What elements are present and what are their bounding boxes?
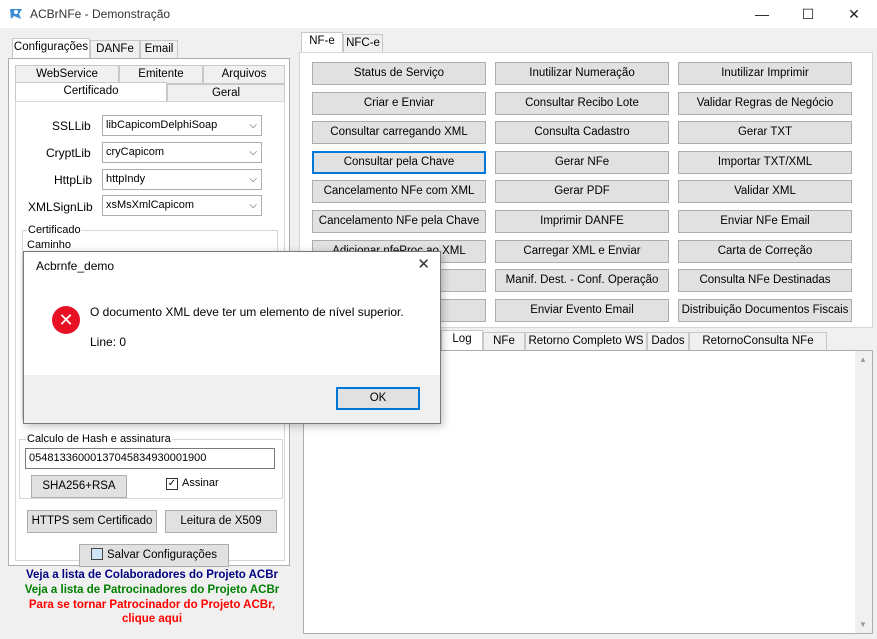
dialog-message: O documento XML deve ter um elemento de …	[90, 305, 404, 319]
tab-retorno-consulta[interactable]: RetornoConsulta NFe 2.01	[689, 332, 827, 364]
error-dialog: Acbrnfe_demo ✕ ✕ O documento XML deve te…	[23, 251, 441, 424]
tab-dados[interactable]: Dados	[647, 332, 689, 351]
salvar-configuracoes-label: Salvar Configurações	[107, 549, 217, 561]
xmlsignlib-value: xsMsXmlCapicom	[106, 199, 195, 211]
maximize-button[interactable]: ☐	[785, 0, 831, 28]
hash-group-label: Calculo de Hash e assinatura	[26, 433, 172, 445]
action-button-r5-c2[interactable]: Enviar NFe Email	[678, 210, 852, 233]
action-button-r2-c0[interactable]: Consultar carregando XML	[312, 121, 486, 145]
save-icon	[91, 548, 104, 560]
action-button-r3-c2[interactable]: Importar TXT/XML	[678, 150, 852, 174]
action-button-r6-c2[interactable]: Carta de Correção	[678, 239, 852, 263]
action-button-r4-c0[interactable]: Cancelamento NFe com XML	[312, 180, 486, 204]
action-button-r1-c2[interactable]: Validar Regras de Negócio	[678, 91, 852, 115]
error-icon: ✕	[52, 306, 80, 334]
app-logo-icon	[10, 9, 22, 19]
minimize-button[interactable]: —	[739, 0, 785, 28]
httplib-value: httpIndy	[106, 173, 146, 185]
sha256-rsa-button[interactable]: SHA256+RSA	[31, 475, 127, 498]
action-button-r0-c0[interactable]: Status de Serviço	[312, 62, 486, 85]
chevron-down-icon: ⌵	[249, 174, 257, 185]
action-button-r8-c2[interactable]: Distribuição Documentos Fiscais	[678, 298, 852, 322]
action-button-r3-c0[interactable]: Consultar pela Chave	[312, 150, 486, 174]
tab-log[interactable]: Log	[441, 330, 483, 351]
action-button-r5-c0[interactable]: Cancelamento NFe pela Chave	[312, 210, 486, 233]
action-button-r5-c1[interactable]: Imprimir DANFE	[495, 210, 669, 233]
vertical-scrollbar[interactable]: ▲ ▼	[855, 351, 872, 633]
clique-aqui-link[interactable]: clique aqui	[4, 613, 300, 625]
ssllib-label: SSLLib	[52, 119, 91, 133]
tornar-patrocinador-link[interactable]: Para se tornar Patrocinador do Projeto A…	[4, 599, 300, 611]
dialog-detail: Line: 0	[90, 335, 127, 349]
tab-arquivos[interactable]: Arquivos	[203, 65, 285, 84]
action-button-r0-c2[interactable]: Inutilizar Imprimir	[678, 62, 852, 85]
tab-nfe[interactable]: NF-e	[301, 32, 343, 53]
scroll-down-icon[interactable]: ▼	[859, 620, 867, 629]
colaboradores-link[interactable]: Veja a lista de Colaboradores do Projeto…	[4, 569, 300, 581]
patrocinadores-link[interactable]: Veja a lista de Patrocinadores do Projet…	[4, 584, 300, 596]
action-button-r4-c1[interactable]: Gerar PDF	[495, 180, 669, 204]
tab-retorno-completo-ws[interactable]: Retorno Completo WS	[525, 332, 647, 351]
cryptlib-label: CryptLib	[46, 146, 91, 160]
assinar-checkbox[interactable]: ✓	[166, 478, 178, 490]
action-button-r4-c2[interactable]: Validar XML	[678, 180, 852, 204]
tab-certificado[interactable]: Certificado	[15, 82, 167, 103]
ssllib-value: libCapicomDelphiSoap	[106, 119, 218, 131]
hash-input[interactable]: 05481336000137045834930001900	[25, 448, 275, 469]
httplib-select[interactable]: httpIndy ⌵	[102, 169, 262, 190]
caminho-label: Caminho	[27, 239, 72, 251]
chevron-down-icon: ⌵	[249, 200, 257, 211]
ok-button[interactable]: OK	[336, 387, 420, 410]
action-button-r8-c1[interactable]: Enviar Evento Email	[495, 298, 669, 322]
dialog-footer: OK	[24, 375, 440, 423]
chevron-down-icon: ⌵	[249, 147, 257, 158]
assinar-label: Assinar	[182, 477, 219, 489]
action-button-r7-c1[interactable]: Manif. Dest. - Conf. Operação	[495, 269, 669, 293]
xmlsignlib-select[interactable]: xsMsXmlCapicom ⌵	[102, 195, 262, 216]
chevron-down-icon: ⌵	[249, 120, 257, 131]
tab-log-nfe[interactable]: NFe	[483, 332, 525, 351]
tab-nfce[interactable]: NFC-e	[343, 34, 383, 53]
xmlsignlib-label: XMLSignLib	[28, 200, 93, 214]
httplib-label: HttpLib	[54, 173, 93, 187]
action-button-r6-c1[interactable]: Carregar XML e Enviar	[495, 239, 669, 263]
scroll-up-icon[interactable]: ▲	[859, 355, 867, 364]
salvar-configuracoes-button[interactable]: Salvar Configurações	[79, 544, 229, 567]
cryptlib-value: cryCapicom	[106, 146, 165, 158]
leitura-x509-button[interactable]: Leitura de X509	[165, 510, 277, 533]
close-button[interactable]: ✕	[831, 0, 877, 28]
tab-configuracoes[interactable]: Configurações	[12, 38, 90, 59]
cryptlib-select[interactable]: cryCapicom ⌵	[102, 142, 262, 163]
dialog-close-icon[interactable]: ✕	[417, 255, 430, 273]
https-sem-certificado-button[interactable]: HTTPS sem Certificado	[27, 510, 157, 533]
window-title: ACBrNFe - Demonstração	[30, 7, 171, 21]
action-button-r7-c2[interactable]: Consulta NFe Destinadas	[678, 269, 852, 293]
action-button-r2-c1[interactable]: Consulta Cadastro	[495, 121, 669, 145]
action-button-r1-c1[interactable]: Consultar Recibo Lote	[495, 91, 669, 115]
action-button-r2-c2[interactable]: Gerar TXT	[678, 121, 852, 145]
ssllib-select[interactable]: libCapicomDelphiSoap ⌵	[102, 115, 262, 136]
tab-danfe[interactable]: DANFe	[90, 40, 140, 59]
action-button-r3-c1[interactable]: Gerar NFe	[495, 150, 669, 174]
title-bar: ACBrNFe - Demonstração — ☐ ✕	[0, 0, 877, 28]
certificado-group-label: Certificado	[27, 224, 82, 236]
action-button-r1-c0[interactable]: Criar e Enviar	[312, 91, 486, 115]
tab-email[interactable]: Email	[140, 40, 178, 59]
action-button-r0-c1[interactable]: Inutilizar Numeração	[495, 62, 669, 85]
dialog-title: Acbrnfe_demo	[36, 259, 115, 273]
